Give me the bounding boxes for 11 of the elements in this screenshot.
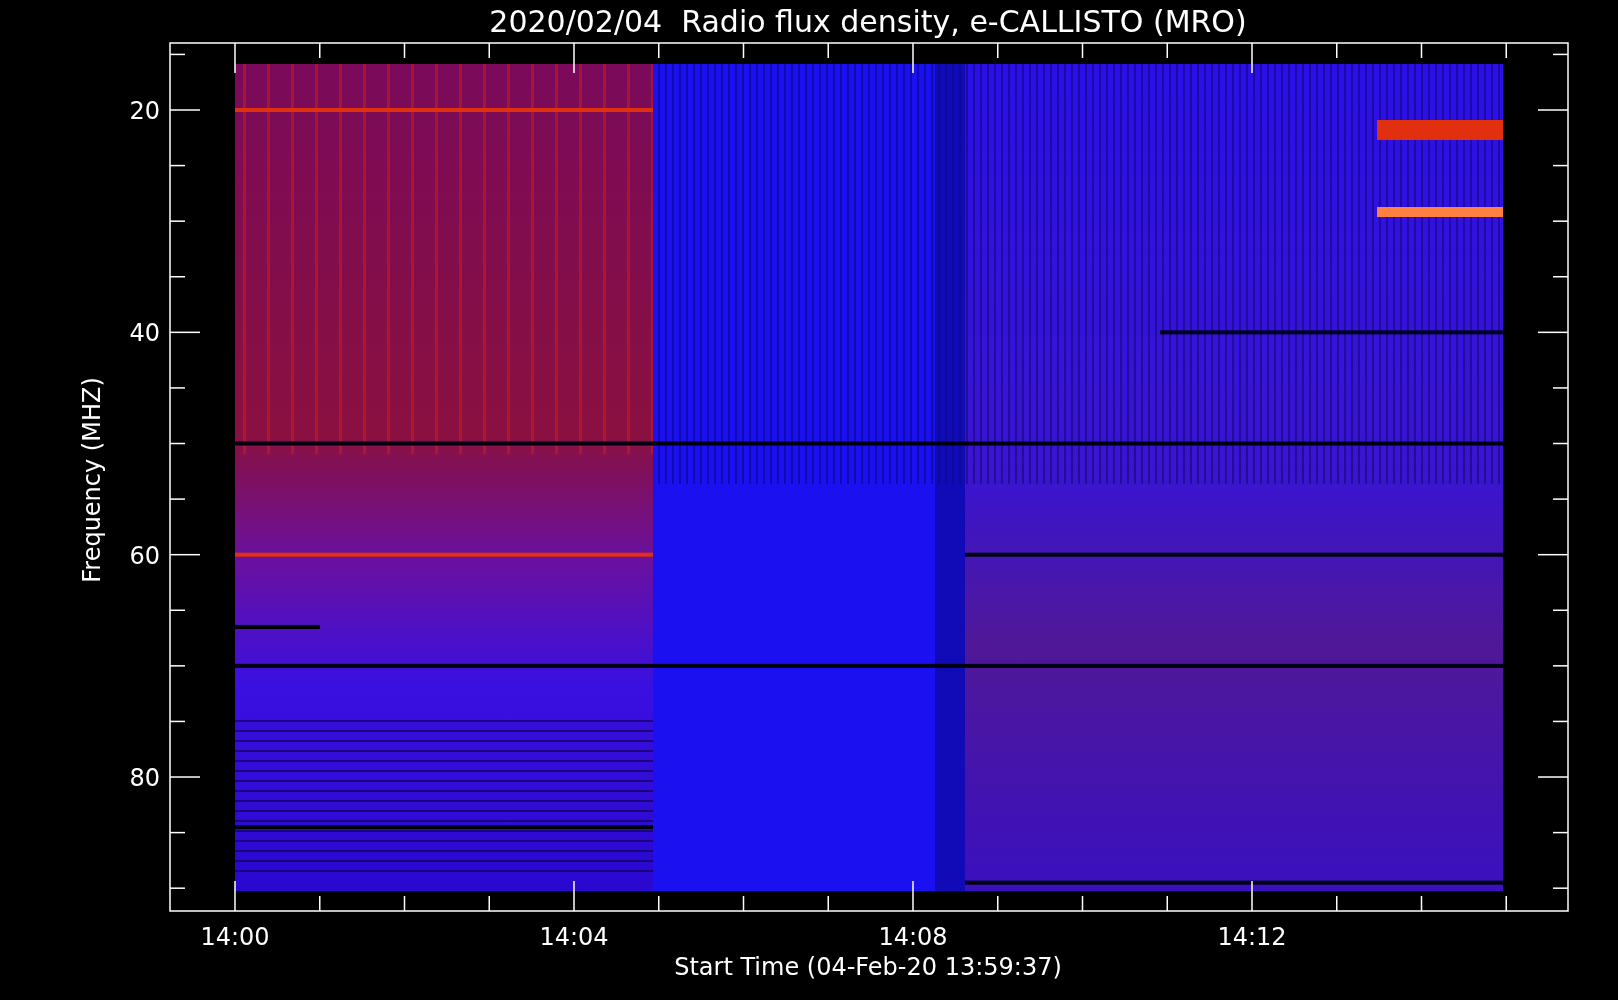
axis-label: Frequency (MHZ) [78,377,106,583]
tick-label: 14:00 [200,923,270,951]
tick-label: 40 [129,319,160,348]
tick-label: 60 [129,541,160,570]
tick-label: 20 [129,97,160,125]
chart-title: 2020/02/04 Radio flux density, e-CALLISTO (MRO) [489,4,1247,39]
tick-label: 14:08 [878,923,948,951]
tick-label: 80 [129,763,160,792]
tick-label: 14:12 [1217,923,1287,951]
tick-label: 14:04 [539,923,609,951]
axis-label: Start Time (04-Feb-20 13:59:37) [674,953,1062,981]
